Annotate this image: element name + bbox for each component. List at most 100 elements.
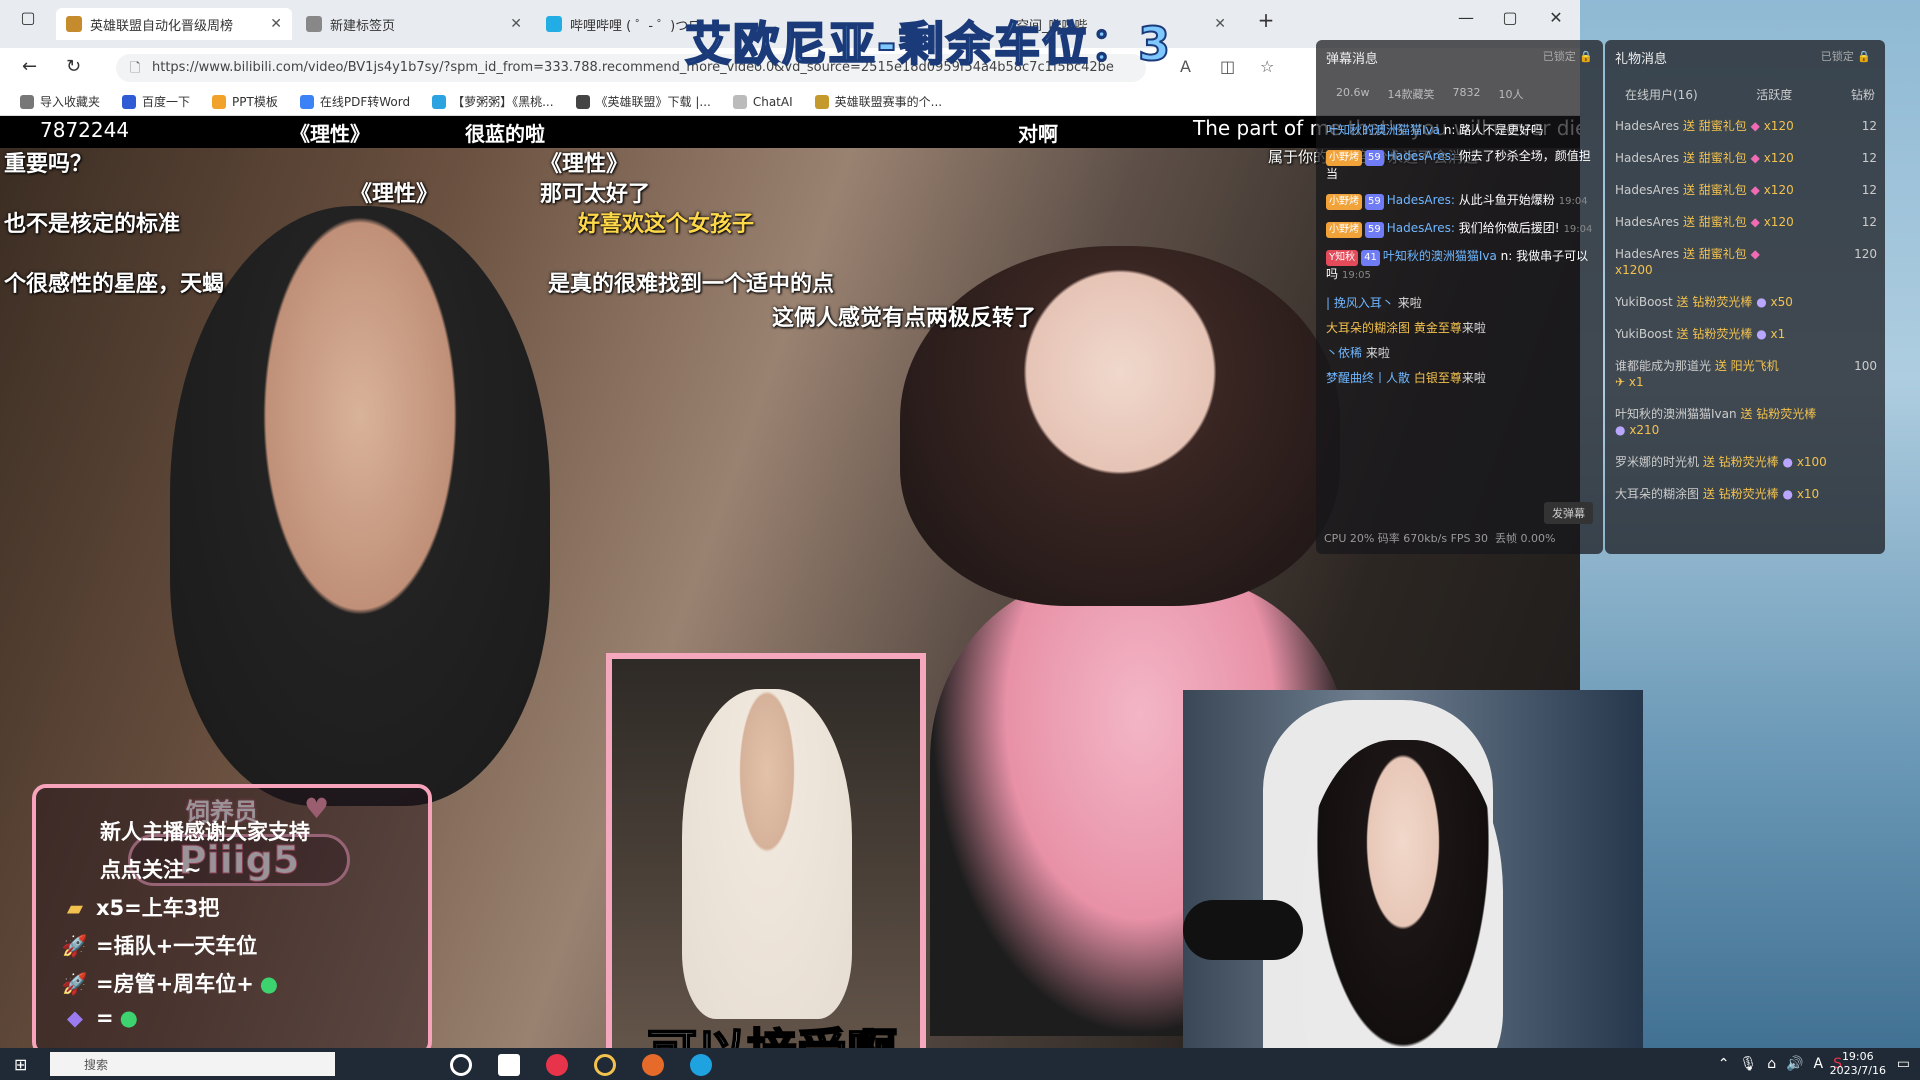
lol-favicon-icon bbox=[66, 16, 82, 32]
gift-panel: 礼物消息 已锁定 🔒 在线用户(16) 活跃度 钻粉 HadesAres 送 甜… bbox=[1605, 40, 1885, 554]
subtitle-danmaku: 重要吗？ bbox=[4, 152, 93, 177]
gift-icon: ◆ bbox=[1750, 247, 1760, 261]
ime-indicator[interactable]: A bbox=[1814, 1056, 1824, 1072]
view-count: 7872244 bbox=[40, 118, 130, 142]
subtitle-danmaku: 《理性》 bbox=[350, 182, 439, 207]
bilibili-icon bbox=[432, 94, 447, 109]
tab-title: 英雄联盟自动化晋级周榜 bbox=[90, 18, 234, 34]
read-aloud-icon[interactable]: A bbox=[1180, 57, 1191, 76]
gift-icon: ◆ bbox=[1750, 119, 1760, 133]
gift-item: HadesAres 送 甜蜜礼包 ◆ x1200 120 bbox=[1615, 247, 1877, 277]
close-icon[interactable]: ✕ bbox=[510, 16, 522, 32]
microphone-icon[interactable]: 🎙 bbox=[1739, 1056, 1757, 1072]
enter-notice: 梦醒曲终丨人散 白银至尊来啦 bbox=[1326, 371, 1486, 385]
info-line: 🚀 =房管+周车位+ ● bbox=[61, 972, 279, 996]
danmaku-message: 小野烤 59 HadesAres: 从此斗鱼开始爆粉 19:04 bbox=[1326, 192, 1598, 210]
back-arrow-icon[interactable]: ← bbox=[22, 56, 37, 77]
inset-singer-figure bbox=[682, 689, 852, 1019]
feishu-app-icon[interactable] bbox=[498, 1054, 520, 1076]
app-circle-icon[interactable] bbox=[594, 1054, 616, 1076]
subtitle-danmaku: 《理性》 bbox=[540, 152, 629, 177]
tab-online-users[interactable]: 在线用户(16) bbox=[1625, 86, 1698, 103]
chevron-up-icon[interactable]: ⌃ bbox=[1718, 1056, 1730, 1072]
gift-item: 罗米娜的时光机 送 钻粉荧光棒 ● x100 bbox=[1615, 455, 1827, 469]
bookmark-item[interactable]: 英雄联盟赛事的个... bbox=[814, 93, 942, 110]
gift-icon: ◆ bbox=[66, 1006, 84, 1030]
lol-icon bbox=[575, 94, 590, 109]
import-icon bbox=[20, 94, 34, 109]
taskbar-clock[interactable]: 19:06 2023/7/16 bbox=[1830, 1050, 1886, 1078]
gift-item: HadesAres 送 甜蜜礼包 ◆ x120 12 bbox=[1615, 151, 1877, 165]
glowstick-icon: ● bbox=[1782, 455, 1793, 469]
new-tab-favicon-icon bbox=[306, 16, 322, 32]
inset-caption: 可以接受啊 bbox=[622, 1013, 920, 1048]
gift-item: HadesAres 送 甜蜜礼包 ◆ x120 12 bbox=[1615, 215, 1877, 229]
glowstick-icon: ● bbox=[1615, 423, 1626, 437]
edge-browser-icon[interactable] bbox=[690, 1054, 712, 1076]
refresh-icon[interactable]: ↻ bbox=[66, 56, 81, 77]
stream-status: CPU 20% 码率 670kb/s FPS 30 丢帧 0.00% bbox=[1324, 532, 1556, 545]
danmaku-lock[interactable]: 已锁定 🔒 bbox=[1543, 48, 1593, 64]
bookmark-item[interactable]: 百度一下 bbox=[122, 93, 190, 110]
viewer-stat: 10人 bbox=[1498, 88, 1524, 101]
tab-new-tab[interactable]: 新建标签页 ✕ bbox=[296, 8, 532, 40]
danmaku-title: 弹幕消息 bbox=[1326, 52, 1379, 67]
ticket-icon: ▰ bbox=[66, 896, 84, 920]
tab-lol-ranking[interactable]: 英雄联盟自动化晋级周榜 ✕ bbox=[56, 8, 292, 40]
gift-item: HadesAres 送 甜蜜礼包 ◆ x120 12 bbox=[1615, 183, 1877, 197]
window-close-icon[interactable]: ✕ bbox=[1536, 8, 1576, 27]
bookmark-item[interactable]: PPT模板 bbox=[212, 93, 278, 110]
gift-lock[interactable]: 已锁定 🔒 bbox=[1821, 48, 1871, 64]
bilibili-favicon-icon bbox=[546, 16, 562, 32]
favorite-star-icon[interactable]: ☆ bbox=[1260, 57, 1274, 76]
danmaku-message: 叶知秋的澳洲猫猫Iva n: 路人不是更好吗 bbox=[1326, 123, 1544, 137]
new-tab-button[interactable]: + bbox=[1246, 8, 1286, 32]
wechat-icon: ● bbox=[119, 1006, 138, 1030]
male-guest-figure bbox=[170, 206, 550, 806]
taskbar-search[interactable]: 搜索 bbox=[50, 1052, 335, 1076]
subtitle-danmaku: 那可太好了 bbox=[540, 182, 651, 207]
bookmark-item[interactable]: ChatAI bbox=[732, 94, 793, 109]
danmaku-list: 叶知秋的澳洲猫猫Iva n: 路人不是更好吗 小野烤 59 HadesAres: 你… bbox=[1326, 122, 1598, 394]
gift-list: HadesAres 送 甜蜜礼包 ◆ x120 12 HadesAres 送 甜蜜… bbox=[1615, 118, 1877, 518]
volume-icon[interactable]: 🔊 bbox=[1786, 1056, 1803, 1072]
streamer-figure bbox=[1303, 740, 1503, 1080]
tab-diamond-fans[interactable]: 钻粉 bbox=[1851, 86, 1875, 103]
ppt-icon bbox=[212, 94, 227, 109]
bookmark-item[interactable]: 《英雄联盟》下载 |... bbox=[575, 93, 711, 110]
glowstick-icon: ● bbox=[1756, 327, 1767, 341]
subtitle-danmaku: 个很感性的星座，天蝎 bbox=[4, 272, 225, 297]
info-line: 点点关注~ bbox=[100, 858, 202, 882]
network-icon[interactable]: ⌂ bbox=[1767, 1056, 1776, 1072]
tab-activity[interactable]: 活跃度 bbox=[1756, 86, 1792, 103]
netease-music-app-icon[interactable] bbox=[546, 1054, 568, 1076]
streamer-webcam bbox=[1183, 690, 1643, 1080]
close-icon[interactable]: ✕ bbox=[270, 16, 282, 32]
send-danmaku-button[interactable]: 发弹幕 bbox=[1544, 502, 1593, 524]
minimize-icon[interactable]: — bbox=[1446, 8, 1486, 27]
subtitle-danmaku: 对啊 bbox=[1018, 122, 1058, 146]
bookmark-item[interactable]: 导入收藏夹 bbox=[20, 93, 100, 110]
danmaku-message: Y知秋 41 叶知秋的澳洲猫猫Iva n: 我做串子可以吗 19:05 bbox=[1326, 249, 1589, 281]
split-screen-icon[interactable]: ◫ bbox=[1220, 57, 1235, 76]
subtitle-danmaku: 是真的很难找到一个适中的点 bbox=[548, 272, 835, 297]
subtitle-danmaku: 好喜欢这个女孩子 bbox=[578, 212, 755, 237]
subtitle-danmaku: 这俩人感觉有点两极反转了 bbox=[772, 306, 1037, 331]
tab-actions-icon[interactable]: ▢ bbox=[8, 8, 48, 27]
obs-app-icon[interactable] bbox=[450, 1054, 472, 1076]
notification-icon[interactable]: ▭ bbox=[1897, 1056, 1910, 1072]
bookmark-item[interactable]: 在线PDF转Word bbox=[299, 93, 410, 110]
windows-taskbar: ⊞ 搜索 ⌃ 🎙 ⌂ 🔊 A S 19:06 2023/7/16 ▭ bbox=[0, 1048, 1920, 1080]
rocket-icon: 🚀 bbox=[61, 934, 89, 958]
danmaku-message: 小野烤 59 HadesAres: 我们给你做后援团! 19:04 bbox=[1326, 220, 1598, 238]
douyu-app-icon[interactable] bbox=[642, 1054, 664, 1076]
close-icon[interactable]: ✕ bbox=[1214, 16, 1226, 32]
info-line: ◆ = ● bbox=[67, 1006, 428, 1044]
maximize-icon[interactable]: ▢ bbox=[1490, 8, 1530, 27]
gift-icon: ◆ bbox=[1750, 215, 1760, 229]
windows-start-icon[interactable]: ⊞ bbox=[14, 1055, 27, 1074]
bookmark-item[interactable]: 【萝粥粥】《黑桃... bbox=[432, 93, 554, 110]
tab-title: 新建标签页 bbox=[330, 18, 396, 34]
enter-notice: 丶依稀 来啦 bbox=[1326, 346, 1390, 360]
page-info-icon: 🗋 bbox=[130, 61, 141, 76]
